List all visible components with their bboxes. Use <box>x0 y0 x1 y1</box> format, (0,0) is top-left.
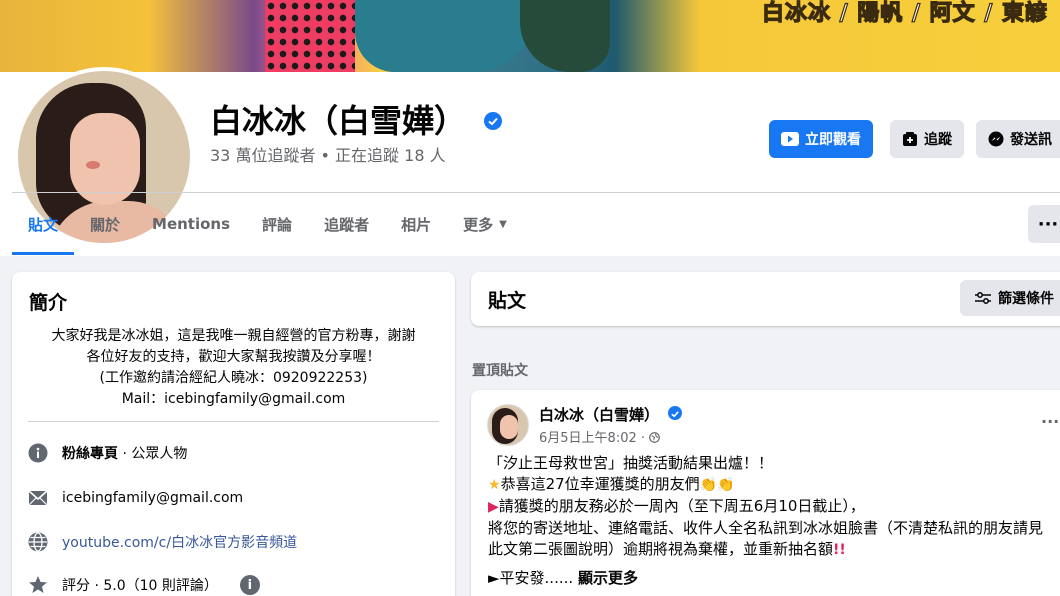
post-author-avatar[interactable] <box>487 404 529 446</box>
see-more-link[interactable]: 顯示更多 <box>578 569 638 587</box>
post-timestamp[interactable]: 6月5日上午8:02 · <box>539 427 661 446</box>
cover-pattern <box>265 0 355 72</box>
info-icon <box>28 443 48 463</box>
post-more-row: ►平安發...... 顯示更多 <box>488 569 638 587</box>
follow-icon <box>903 132 917 146</box>
post-line: ▶請獲獎的朋友務必於一周內（至下周五6月10日截止）， <box>488 497 865 515</box>
watch-now-label: 立即觀看 <box>805 132 861 148</box>
pinned-post: 白冰冰（白雪嬅） 6月5日上午8:02 · ··· 「汐止王母救世宮」抽獎活動結… <box>471 390 1060 596</box>
profile-header: 白冰冰（白雪嬅） 33 萬位追蹤者 • 正在追蹤 18 人 立即觀看 追蹤 發送… <box>0 67 1060 256</box>
tab-photos[interactable]: 相片 <box>385 193 447 255</box>
messenger-icon <box>988 131 1004 147</box>
youtube-link[interactable]: youtube.com/c/白冰冰官方影音頻道 <box>62 532 297 552</box>
cover-photo[interactable]: 白冰冰 / 陽帆 / 阿文 / 東諺 <box>0 0 1060 72</box>
post-body: 「汐止王母救世宮」抽獎活動結果出爐！！ ★恭喜這27位幸運獲獎的朋友們👏👏 ▶請… <box>488 453 1060 561</box>
page-type-label: 粉絲專頁 <box>62 446 118 462</box>
cover-cast-text: 白冰冰 / 陽帆 / 阿文 / 東諺 <box>761 0 1048 26</box>
star-emoji-icon: ★ <box>488 477 501 493</box>
mail-icon <box>28 488 48 508</box>
rating-text[interactable]: 評分 · 5.0（10 則評論） <box>62 575 218 595</box>
post-line: 此文第二張圖說明）逾期將視為棄權，並重新抽名額!! <box>488 540 846 558</box>
posts-title: 貼文 <box>488 290 527 312</box>
page-category[interactable]: · 公眾人物 <box>118 446 187 462</box>
filter-sliders-icon <box>975 292 991 304</box>
play-icon <box>781 132 799 146</box>
rating-info-icon[interactable]: i <box>239 575 260 595</box>
page-title: 白冰冰（白雪嬅） <box>210 102 467 140</box>
cover-figure <box>520 0 610 72</box>
public-globe-icon <box>649 431 661 446</box>
triangle-emoji-icon: ▶ <box>488 499 499 515</box>
clap-emoji-icon: 👏👏 <box>699 477 735 493</box>
website-row: youtube.com/c/白冰冰官方影音頻道 <box>28 532 297 552</box>
tab-more[interactable]: 更多 ▼ <box>447 193 523 255</box>
filter-button[interactable]: 篩選條件 <box>960 280 1060 316</box>
tab-posts[interactable]: 貼文 <box>12 193 75 255</box>
send-message-label: 發送訊 <box>1010 132 1052 148</box>
cover-figure <box>355 0 535 72</box>
tab-followers[interactable]: 追蹤者 <box>308 193 385 255</box>
send-message-button[interactable]: 發送訊 <box>976 120 1060 158</box>
posts-header-card: 貼文 篩選條件 <box>471 272 1060 326</box>
follower-stats[interactable]: 33 萬位追蹤者 • 正在追蹤 18 人 <box>210 142 446 166</box>
email-row: icebingfamily@gmail.com <box>28 488 243 508</box>
follow-label: 追蹤 <box>924 132 952 148</box>
intro-card: 簡介 大家好我是冰冰姐，這是我唯一親自經營的官方粉專，謝謝 各位好友的支持，歡迎… <box>12 272 455 596</box>
post-options-icon[interactable]: ··· <box>1041 412 1059 431</box>
intro-bio: 大家好我是冰冰姐，這是我唯一親自經營的官方粉專，謝謝 各位好友的支持，歡迎大家幫… <box>51 328 416 407</box>
exclamation-emoji-icon: !! <box>833 542 846 558</box>
caret-down-icon: ▼ <box>499 218 507 230</box>
filter-label: 篩選條件 <box>998 291 1054 307</box>
page-type-row: 粉絲專頁 · 公眾人物 <box>28 443 187 463</box>
tab-reviews[interactable]: 評論 <box>246 193 308 255</box>
globe-icon <box>28 532 48 552</box>
verified-badge-icon <box>484 112 502 130</box>
tab-mentions[interactable]: Mentions <box>136 193 246 255</box>
post-line: 將您的寄送地址、連絡電話、收件人全名私訊到冰冰姐臉書（不清楚私訊的朋友請見 <box>488 519 1044 537</box>
intro-title: 簡介 <box>29 292 68 314</box>
intro-divider <box>28 421 439 422</box>
post-line: ★恭喜這27位幸運獲獎的朋友們👏👏 <box>488 475 735 493</box>
post-line: 「汐止王母救世宮」抽獎活動結果出爐！！ <box>488 454 774 472</box>
post-author-name[interactable]: 白冰冰（白雪嬅） <box>539 404 659 425</box>
star-icon <box>28 575 48 595</box>
watch-now-button[interactable]: 立即觀看 <box>769 120 873 158</box>
email-link[interactable]: icebingfamily@gmail.com <box>62 490 243 506</box>
rating-row: 評分 · 5.0（10 則評論） i <box>28 575 260 595</box>
follow-button[interactable]: 追蹤 <box>890 120 964 158</box>
profile-tabs: 貼文 關於 Mentions 評論 追蹤者 相片 更多 ▼ <box>12 193 523 255</box>
verified-badge-icon <box>668 406 682 420</box>
tab-about[interactable]: 關於 <box>74 193 136 255</box>
pinned-posts-label: 置頂貼文 <box>472 363 528 379</box>
more-options-button[interactable]: ··· <box>1028 205 1060 243</box>
